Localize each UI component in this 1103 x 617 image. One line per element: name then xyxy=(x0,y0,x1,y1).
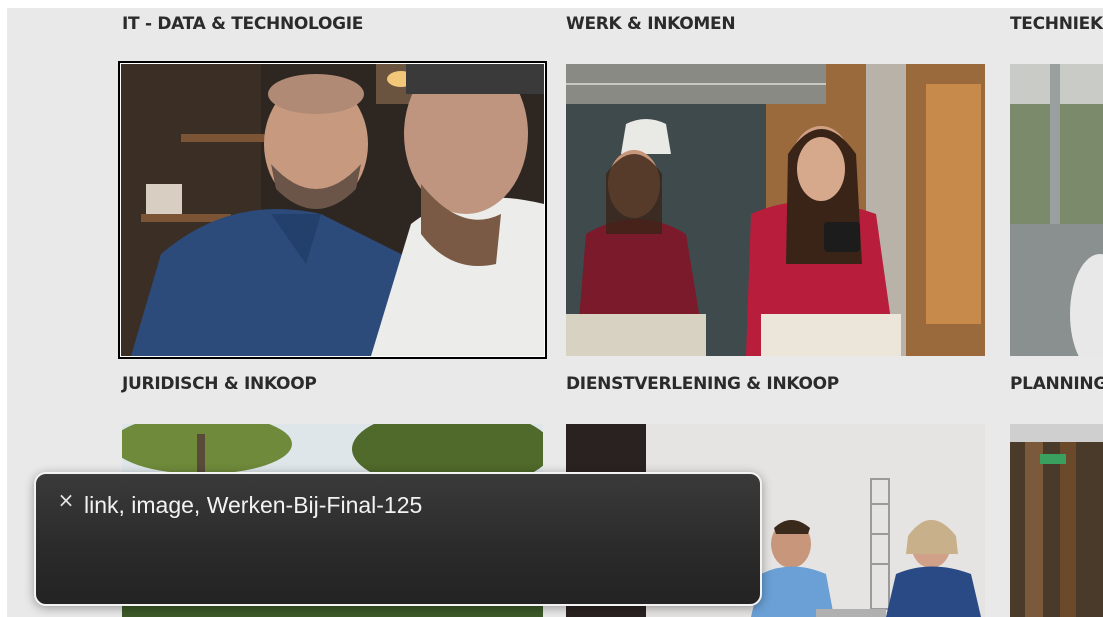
voiceover-caption-panel: × link, image, Werken-Bij-Final-125 xyxy=(34,472,762,606)
category-image-link-it[interactable] xyxy=(121,64,544,356)
category-title-werk-inkomen: WERK & INKOMEN xyxy=(566,14,736,34)
category-image-link-techniek[interactable] xyxy=(1010,64,1103,356)
category-title-techniek: TECHNIEK xyxy=(1010,14,1103,34)
category-title-planning: PLANNING xyxy=(1010,374,1103,394)
photo-werk-inkomen xyxy=(566,64,985,356)
voiceover-caption-text: link, image, Werken-Bij-Final-125 xyxy=(84,492,423,518)
close-icon[interactable]: × xyxy=(56,490,76,510)
category-image-link-planning[interactable] xyxy=(1010,424,1103,617)
category-title-it: IT - DATA & TECHNOLOGIE xyxy=(122,14,364,34)
category-title-juridisch-inkoop: JURIDISCH & INKOOP xyxy=(122,374,317,394)
photo-planning xyxy=(1010,424,1103,617)
photo-it-meeting xyxy=(121,64,544,356)
category-title-dienstverlening-inkoop: DIENSTVERLENING & INKOOP xyxy=(566,374,839,394)
category-image-link-werk-inkomen[interactable] xyxy=(566,64,985,356)
photo-techniek xyxy=(1010,64,1103,356)
